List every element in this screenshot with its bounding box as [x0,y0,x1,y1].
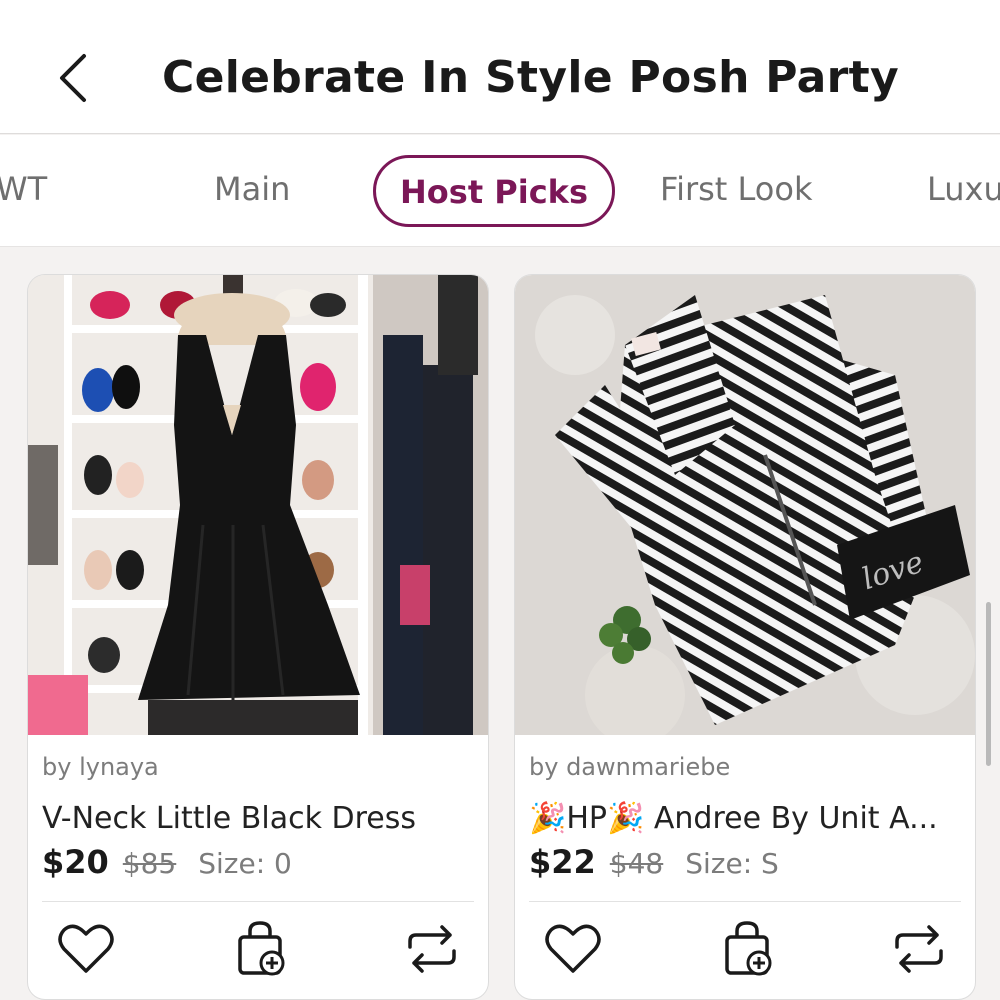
listing-card[interactable]: by lynaya V-Neck Little Black Dress $20 $… [27,274,489,1000]
tab-luxury[interactable]: Luxu [927,155,1000,227]
listing-price: $22 [529,843,596,881]
tab-first-look[interactable]: First Look [660,155,812,227]
tab-main[interactable]: Main [214,155,290,227]
tab-wt[interactable]: WT [0,155,47,227]
original-price: $85 [122,847,177,880]
heart-icon[interactable] [541,917,605,981]
listing-title[interactable]: 🎉HP🎉 Andree By Unit A... [529,801,969,836]
original-price: $48 [609,847,664,880]
listing-photo[interactable]: love [515,275,976,735]
share-icon[interactable] [887,917,951,981]
heart-icon[interactable] [54,917,118,981]
tab-host-picks[interactable]: Host Picks [373,155,615,227]
share-icon[interactable] [400,917,464,981]
listing-price: $20 [42,843,109,881]
scrollbar[interactable] [986,602,991,766]
party-tabs: WT Main Host Picks First Look Luxu [0,135,1000,247]
add-to-bundle-icon[interactable] [228,917,292,981]
chevron-left-icon[interactable] [48,48,100,108]
page-title: Celebrate In Style Posh Party [162,52,899,103]
listing-title[interactable]: V-Neck Little Black Dress [42,801,482,836]
divider [529,901,961,902]
listing-size: Size: S [685,847,779,880]
listing-size: Size: 0 [198,847,292,880]
listing-photo[interactable] [28,275,489,735]
seller-name[interactable]: by dawnmariebe [529,753,730,781]
price-row: $22 $48 Size: S [529,843,779,881]
add-to-bundle-icon[interactable] [715,917,779,981]
price-row: $20 $85 Size: 0 [42,843,292,881]
seller-name[interactable]: by lynaya [42,753,159,781]
top-bar: Celebrate In Style Posh Party [0,0,1000,134]
divider [42,901,474,902]
listing-card[interactable]: love by dawnmariebe 🎉HP🎉 Andree By Unit … [514,274,976,1000]
